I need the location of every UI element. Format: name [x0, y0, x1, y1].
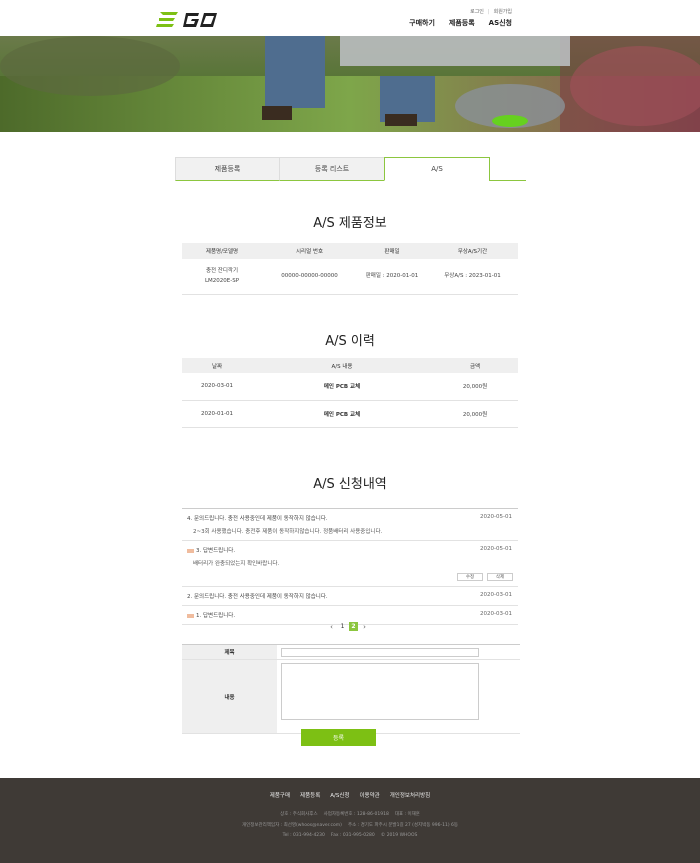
- page-2-current[interactable]: 2: [349, 622, 358, 631]
- request-title[interactable]: 4. 문의드립니다. 충전 사용중인데 제품이 동작하지 않습니다.: [187, 514, 513, 522]
- history-amount: 20,000원: [432, 400, 518, 428]
- tab-as[interactable]: A/S: [384, 157, 490, 181]
- product-info-table: 제품명/모델명 시리얼 번호 판매일 무상A/S기간 충전 잔디깍기 LM202…: [182, 243, 518, 295]
- pagination: ‹ 1 2 ›: [327, 622, 369, 631]
- footer-link-terms[interactable]: 이용약관: [360, 791, 380, 799]
- requests-title: A/S 신청내역: [313, 477, 387, 492]
- product-name-cell: 충전 잔디깍기 LM2020E-SP: [182, 259, 262, 295]
- request-form: 제목 내용: [182, 644, 520, 734]
- util-separator: |: [487, 8, 490, 15]
- history-content: 메인 PCB 교체: [252, 373, 432, 401]
- title-input[interactable]: [281, 648, 479, 657]
- list-item[interactable]: 2. 문의드립니다. 충전 사용중인데 제품이 동작하지 않습니다. 2020-…: [182, 587, 518, 606]
- nav-as[interactable]: AS신청: [489, 18, 512, 28]
- reply-arrow-icon: [187, 613, 194, 618]
- hero-banner-image: [0, 36, 700, 132]
- table-header-row: 날짜 A/S 내용 금액: [182, 358, 518, 373]
- product-info-title: A/S 제품정보: [313, 216, 387, 231]
- tel: Tel : 031-994-4230: [282, 833, 325, 838]
- tab-product-register[interactable]: 제품등록: [175, 157, 280, 181]
- content-row: 내용: [182, 660, 520, 734]
- section-tabs: 제품등록 등록 리스트 A/S: [175, 157, 526, 181]
- page-1[interactable]: 1: [338, 622, 347, 631]
- history-title: A/S 이력: [325, 334, 375, 349]
- col-amount: 금액: [432, 358, 518, 373]
- history-date: 2020-03-01: [182, 373, 252, 401]
- reply-title[interactable]: 3. 답변드립니다.: [196, 548, 235, 554]
- request-list: 4. 문의드립니다. 충전 사용중인데 제품이 동작하지 않습니다. 2020-…: [182, 508, 518, 625]
- prev-page-icon[interactable]: ‹: [327, 622, 336, 631]
- footer-link-as[interactable]: A/S신청: [330, 791, 349, 799]
- request-date: 2020-05-01: [480, 546, 512, 552]
- footer-nav: 제품구매 제품등록 A/S신청 이용약관 개인정보처리방침: [0, 791, 700, 799]
- next-page-icon[interactable]: ›: [360, 622, 369, 631]
- login-link[interactable]: 로그인: [470, 8, 484, 15]
- reply-title-wrap: 1. 답변드립니다.: [187, 611, 513, 619]
- footer-link-register[interactable]: 제품등록: [300, 791, 320, 799]
- site-header: 로그인 | 회원가입 구매하기 제품등록 AS신청: [0, 0, 700, 36]
- content-textarea[interactable]: [281, 663, 479, 720]
- request-date: 2020-05-01: [480, 514, 512, 520]
- ceo: 대표 : 이재훈: [394, 812, 420, 817]
- submit-button[interactable]: 등록: [301, 729, 376, 746]
- nav-buy[interactable]: 구매하기: [409, 18, 435, 28]
- content-input-wrap: [277, 660, 520, 733]
- privacy-officer: 개인정보관리책임자 : 최선영(whoos@naver.com): [241, 823, 342, 828]
- business-number: 사업자등록번호 : 128-86-01918: [323, 812, 389, 817]
- table-row: 2020-01-01 메인 PCB 교체 20,000원: [182, 400, 518, 428]
- company-name: 상호 : 주식회사후스: [280, 812, 318, 817]
- col-warranty: 무상A/S기간: [427, 243, 518, 259]
- history-table: 날짜 A/S 내용 금액 2020-03-01 메인 PCB 교체 20,000…: [182, 358, 518, 428]
- reply-body: 배터리가 완충되었는지 확인바랍니다.: [193, 561, 280, 567]
- request-date: 2020-03-01: [480, 611, 512, 617]
- ego-logo[interactable]: [156, 11, 218, 29]
- tab-register-list[interactable]: 등록 리스트: [279, 157, 385, 181]
- title-label: 제목: [182, 645, 277, 659]
- table-header-row: 제품명/모델명 시리얼 번호 판매일 무상A/S기간: [182, 243, 518, 259]
- delete-button[interactable]: 삭제: [487, 573, 513, 581]
- tab-underline: [489, 180, 526, 181]
- footer-info-line: 개인정보관리책임자 : 최선영(whoos@naver.com) 주소 : 경기…: [0, 822, 700, 828]
- address: 주소 : 경기도 파주시 문발1길 27 (성지박동 996-11) 6동: [347, 823, 459, 828]
- edit-button[interactable]: 수정: [457, 573, 483, 581]
- reply-arrow-icon: [187, 548, 194, 553]
- site-footer: 제품구매 제품등록 A/S신청 이용약관 개인정보처리방침 상호 : 주식회사후…: [0, 778, 700, 863]
- sale-date-cell: 판매일 : 2020-01-01: [357, 259, 427, 295]
- content-label: 내용: [182, 660, 277, 733]
- col-content: A/S 내용: [252, 358, 432, 373]
- product-name: 충전 잔디깍기: [205, 268, 239, 275]
- history-date: 2020-01-01: [182, 400, 252, 428]
- footer-info-line: 상호 : 주식회사후스 사업자등록번호 : 128-86-01918 대표 : …: [0, 811, 700, 817]
- request-date: 2020-03-01: [480, 592, 512, 598]
- main-nav: 구매하기 제품등록 AS신청: [409, 18, 512, 28]
- fax: Fax : 031-995-0280: [330, 833, 375, 838]
- footer-link-buy[interactable]: 제품구매: [270, 791, 290, 799]
- title-row: 제목: [182, 644, 520, 660]
- list-item[interactable]: 4. 문의드립니다. 충전 사용중인데 제품이 동작하지 않습니다. 2020-…: [182, 508, 518, 541]
- list-item[interactable]: 3. 답변드립니다. 2020-05-01 배터리가 완충되었는지 확인바랍니다…: [182, 541, 518, 587]
- reply-title[interactable]: 1. 답변드립니다.: [196, 613, 235, 619]
- warranty-cell: 무상A/S : 2023-01-01: [427, 259, 518, 295]
- copyright: © 2019 WHOOS: [380, 833, 418, 838]
- join-link[interactable]: 회원가입: [494, 8, 512, 15]
- reply-title-wrap: 3. 답변드립니다.: [187, 546, 513, 554]
- nav-register[interactable]: 제품등록: [449, 18, 475, 28]
- table-row: 충전 잔디깍기 LM2020E-SP 00000-00000-00000 판매일…: [182, 259, 518, 295]
- col-date: 날짜: [182, 358, 252, 373]
- product-model: LM2020E-SP: [204, 278, 240, 285]
- table-row: 2020-03-01 메인 PCB 교체 20,000원: [182, 373, 518, 401]
- history-amount: 20,000원: [432, 373, 518, 401]
- reply-actions: 수정 삭제: [187, 573, 513, 581]
- col-sale-date: 판매일: [357, 243, 427, 259]
- request-body: 2~3회 사용했습니다. 충전후 제품이 동작하지않습니다. 정품배터리 사용중…: [193, 529, 383, 535]
- title-input-wrap: [277, 645, 520, 659]
- col-name: 제품명/모델명: [182, 243, 262, 259]
- history-content: 메인 PCB 교체: [252, 400, 432, 428]
- request-title[interactable]: 2. 문의드립니다. 충전 사용중인데 제품이 동작하지 않습니다.: [187, 592, 513, 600]
- util-links: 로그인 | 회원가입: [470, 8, 512, 16]
- footer-info-line: Tel : 031-994-4230 Fax : 031-995-0280 © …: [0, 833, 700, 838]
- footer-link-privacy[interactable]: 개인정보처리방침: [390, 791, 430, 799]
- serial-cell: 00000-00000-00000: [262, 259, 357, 295]
- col-serial: 시리얼 번호: [262, 243, 357, 259]
